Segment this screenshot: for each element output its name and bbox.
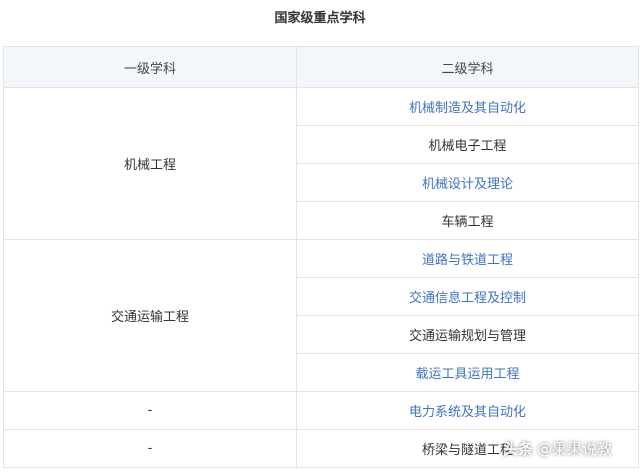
key-disciplines-table: 一级学科 二级学科 机械工程 机械制造及其自动化机械电子工程机械设计及理论车辆工程… bbox=[3, 46, 639, 468]
second-level-discipline-cell: 电力系统及其自动化 bbox=[296, 391, 639, 430]
discipline-link[interactable]: 机械设计及理论 bbox=[422, 177, 513, 192]
header-second-level-discipline: 二级学科 bbox=[296, 46, 639, 88]
first-level-discipline-cell: - bbox=[3, 429, 297, 468]
discipline-link[interactable]: 载运工具运用工程 bbox=[415, 367, 519, 382]
table-row: 交通运输工程 道路与铁道工程 bbox=[3, 239, 639, 392]
first-level-discipline-cell: 交通运输工程 bbox=[3, 239, 297, 392]
table-row: 机械工程 机械制造及其自动化 bbox=[3, 87, 639, 240]
second-level-discipline-cell: 机械制造及其自动化 bbox=[296, 87, 639, 126]
first-level-discipline-cell: 机械工程 bbox=[3, 87, 297, 240]
second-level-discipline-cell: 车辆工程 bbox=[296, 201, 639, 240]
second-level-discipline-cell: 机械设计及理论 bbox=[296, 163, 639, 202]
watermark: 头条 @果果说教 bbox=[503, 438, 612, 459]
table-body: 机械工程 机械制造及其自动化机械电子工程机械设计及理论车辆工程 交通运输工程 道路与铁… bbox=[3, 87, 639, 468]
table-row: - 电力系统及其自动化 bbox=[3, 391, 639, 430]
second-level-discipline-cell: 交通运输规划与管理 bbox=[296, 315, 639, 354]
second-level-discipline-cell: 载运工具运用工程 bbox=[296, 353, 639, 392]
discipline-link[interactable]: 交通信息工程及控制 bbox=[409, 291, 526, 306]
first-level-discipline-cell: - bbox=[3, 391, 297, 430]
second-level-discipline-cell: 交通信息工程及控制 bbox=[296, 277, 639, 316]
watermark-text: @果果说教 bbox=[536, 440, 612, 458]
second-level-discipline-cell: 道路与铁道工程 bbox=[296, 239, 639, 278]
header-row: 一级学科 二级学科 bbox=[3, 46, 639, 88]
header-first-level-discipline: 一级学科 bbox=[3, 46, 297, 88]
discipline-link[interactable]: 道路与铁道工程 bbox=[422, 253, 513, 268]
second-level-discipline-cell: 机械电子工程 bbox=[296, 125, 639, 164]
table-title: 国家级重点学科 bbox=[274, 11, 366, 26]
discipline-link[interactable]: 机械制造及其自动化 bbox=[409, 101, 526, 116]
watermark-logo: 头条 bbox=[502, 440, 533, 458]
discipline-link[interactable]: 电力系统及其自动化 bbox=[409, 405, 526, 420]
